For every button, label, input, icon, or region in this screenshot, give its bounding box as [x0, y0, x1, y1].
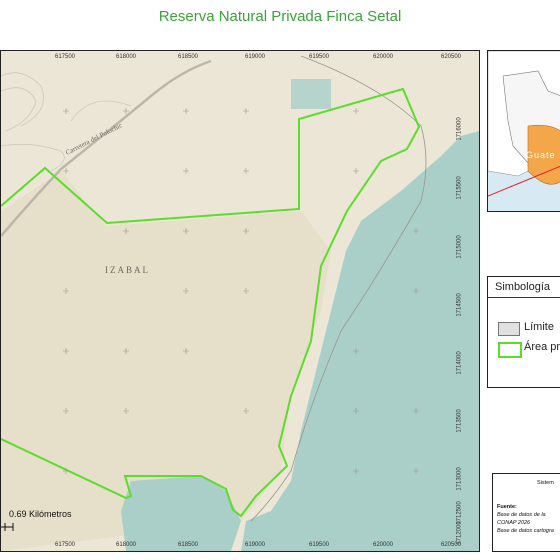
tick-x-top: 620500	[441, 54, 462, 60]
tick-x-top: 620000	[373, 54, 394, 60]
inset-map: Guate	[487, 50, 560, 212]
tick-y-right: 1713000	[456, 467, 463, 491]
tick-x-top: 619500	[309, 54, 330, 60]
tick-y-right: 1716000	[456, 117, 463, 141]
tick-x-bottom: 620000	[373, 542, 394, 548]
tick-y-right: 1713500	[456, 409, 463, 433]
sources-line: Base de datos de la	[497, 512, 546, 518]
sources-header: Sistem	[537, 480, 554, 486]
sources-line: Base de datos cartogra	[497, 528, 554, 534]
tick-x-top: 618500	[178, 54, 199, 60]
scale-label: 0.69 Kilómetros	[9, 509, 72, 519]
tick-x-top: 618000	[116, 54, 137, 60]
main-map[interactable]: Carretera del Polochic IZABAL	[0, 50, 480, 552]
legend-divider	[488, 297, 560, 298]
tick-x-bottom: 618000	[116, 542, 137, 548]
legend-swatch-limite	[498, 322, 520, 336]
tick-y-right: 1714000	[456, 351, 463, 375]
legend-title: Simbología	[495, 281, 551, 293]
tick-y-right: 1712000	[456, 521, 463, 545]
sources-box: Sistem Fuente: Base de datos de la CONAP…	[492, 473, 560, 552]
legend-label: Límite	[524, 321, 554, 333]
sources-line: CONAP 2026	[497, 520, 531, 526]
tick-x-bottom: 619000	[245, 542, 266, 548]
tick-y-right: 1714500	[456, 293, 463, 317]
region-label: IZABAL	[105, 265, 150, 275]
map-title: Reserva Natural Privada Finca Setal	[158, 8, 402, 25]
legend: Simbología Límite Área pr	[487, 276, 560, 388]
tick-x-top: 619000	[245, 54, 266, 60]
pond	[291, 79, 331, 109]
map-canvas: Carretera del Polochic IZABAL	[1, 51, 479, 551]
sources-label: Fuente:	[497, 504, 517, 510]
tick-x-top: 617500	[55, 54, 76, 60]
tick-y-right: 1715500	[456, 176, 463, 200]
tick-x-bottom: 617500	[55, 542, 76, 548]
legend-swatch-area	[498, 342, 522, 358]
tick-y-right: 1715000	[456, 235, 463, 259]
inset-canvas: Guate	[488, 51, 560, 197]
legend-label: Área pr	[524, 341, 560, 353]
tick-x-bottom: 619500	[309, 542, 330, 548]
tick-x-bottom: 618500	[178, 542, 199, 548]
inset-label: Guate	[526, 150, 556, 160]
